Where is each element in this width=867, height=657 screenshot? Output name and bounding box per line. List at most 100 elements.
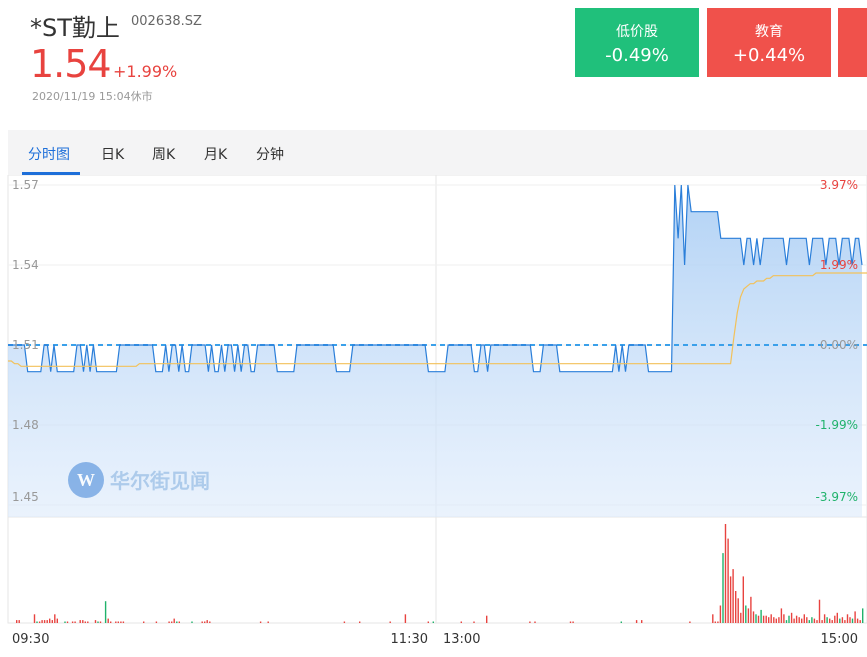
volume-bar (839, 618, 841, 623)
volume-bar (813, 618, 816, 623)
volume-bar (806, 617, 808, 623)
volume-bar (808, 620, 810, 623)
volume-bar (117, 621, 119, 623)
volume-bar (727, 538, 729, 623)
sector-tag-value: +0.44% (732, 45, 806, 66)
y-tick-label: 1.54 (12, 258, 39, 272)
volume-bar (635, 620, 638, 623)
volume-bar (735, 591, 737, 623)
volume-bar (826, 617, 828, 623)
volume-bar (171, 621, 173, 623)
volume-bar (191, 621, 193, 623)
price-area-fill (8, 185, 862, 517)
volume-bar (844, 620, 846, 623)
volume-bar (51, 620, 53, 623)
volume-bar (209, 621, 211, 623)
y-tick-label: 1.48 (12, 418, 39, 432)
sector-tag-name: 低价股 (616, 24, 658, 40)
chart-svg: 1.57 1.54 1.51 1.48 1.45 3.97% 1.99% 0.00% -1.9… (7, 175, 867, 647)
volume-bar (788, 615, 790, 623)
volume-bar (752, 611, 755, 623)
tab-monthly-k[interactable]: 月K (204, 144, 227, 164)
volume-bar (785, 620, 788, 623)
y-tick-label: 1.45 (12, 490, 39, 504)
volume-bar (757, 615, 760, 623)
volume-bar (755, 614, 757, 623)
volume-bar (64, 621, 66, 623)
volume-bar (204, 621, 206, 623)
volume-bar (41, 620, 43, 623)
volume-bar (38, 621, 41, 623)
volume-bar (793, 618, 795, 623)
volume-bar (834, 615, 836, 623)
volume-bar (854, 611, 856, 623)
volume-bar (115, 621, 117, 623)
volume-bar (18, 620, 20, 623)
x-tick-label: 15:00 (821, 632, 858, 647)
sector-tag-education[interactable]: 教育 +0.44% (707, 8, 831, 77)
chart-tabs: 分时图 日K 周K 月K 分钟 (8, 130, 867, 175)
volume-bar (722, 553, 724, 623)
volume-bar (742, 576, 744, 623)
tab-minute[interactable]: 分钟 (256, 144, 284, 164)
volume-bar (43, 620, 46, 623)
volume-bar (74, 621, 76, 623)
volume-bar (359, 621, 361, 623)
volume-bar (71, 621, 74, 623)
volume-bar (122, 621, 125, 623)
volume-bar (836, 612, 838, 623)
volume-bar (780, 608, 783, 623)
volume-bar (729, 576, 732, 623)
volume-bar (33, 614, 36, 623)
volume-bar (712, 614, 714, 623)
volume-bar (87, 621, 89, 623)
volume-bar (66, 621, 69, 623)
percent-tick-label: 3.97% (820, 178, 858, 192)
volume-bar (768, 617, 770, 623)
volume-bar (719, 605, 722, 623)
volume-bar (732, 569, 734, 623)
sector-tag-value: -0.49% (605, 45, 669, 66)
volume-bar (856, 618, 859, 623)
volume-bar (259, 621, 262, 623)
volume-bar (155, 621, 158, 623)
watermark-text: 华尔街见闻 (110, 469, 210, 493)
volume-bar (775, 618, 777, 623)
volume-bar (120, 621, 122, 623)
volume-bar (801, 618, 803, 623)
sector-tag-lowprice[interactable]: 低价股 -0.49% (575, 8, 699, 77)
volume-bar (54, 614, 56, 623)
volume-bar (747, 608, 750, 623)
tab-daily-k[interactable]: 日K (101, 144, 124, 164)
volume-bar (97, 621, 99, 623)
volume-bar (206, 620, 208, 623)
volume-bar (460, 621, 462, 623)
volume-bar (16, 620, 18, 623)
percent-tick-label: -3.97% (816, 490, 858, 504)
tab-intraday[interactable]: 分时图 (28, 144, 70, 164)
volume-bar (821, 620, 823, 623)
tab-weekly-k[interactable]: 周K (152, 144, 175, 164)
volume-bar (173, 618, 175, 623)
volume-bar (770, 614, 772, 623)
volume-bar (201, 621, 203, 623)
sector-tag-partial[interactable] (838, 8, 867, 77)
volume-bar (745, 605, 747, 623)
volume-bar (620, 621, 622, 623)
y-tick-label: 1.57 (12, 178, 39, 192)
volume-bar (107, 618, 109, 623)
x-tick-label: 09:30 (12, 632, 49, 647)
market-time: 2020/11/19 15:04休市 (32, 90, 153, 103)
volume-bar (36, 621, 38, 623)
volume-bar (82, 620, 84, 623)
volume-bar (762, 615, 765, 623)
y-tick-label: 1.51 (12, 338, 39, 352)
volume-bar (831, 620, 833, 623)
volume-bar (714, 621, 716, 623)
volume-bar (823, 614, 826, 623)
volume-bar (404, 614, 407, 623)
percent-tick-label: -1.99% (816, 418, 858, 432)
volume-bar (104, 601, 107, 623)
volume-bar (798, 617, 800, 623)
volume-bar (84, 621, 86, 623)
